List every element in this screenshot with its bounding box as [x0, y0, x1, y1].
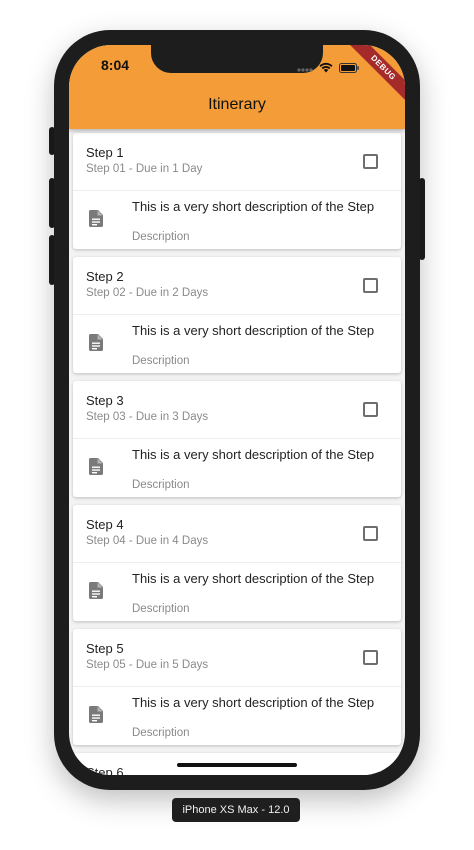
- app-bar: 8:04 DEBUG Itinerary: [69, 45, 405, 129]
- step-due: Step 02 - Due in 2 Days: [86, 287, 209, 299]
- step-description: This is a very short description of the …: [132, 695, 375, 710]
- simulator-stage: 8:04 DEBUG Itinerary Step 1 Step 01 - Du…: [0, 0, 474, 850]
- step-due: Step 03 - Due in 3 Days: [86, 411, 209, 423]
- step-header[interactable]: Step 3 Step 03 - Due in 3 Days: [73, 381, 401, 437]
- checkbox-icon[interactable]: [363, 650, 378, 665]
- step-header[interactable]: Step 1 Step 01 - Due in 1 Day: [73, 133, 401, 189]
- step-title: Step 1: [86, 145, 124, 160]
- document-icon: [89, 706, 103, 728]
- step-description: This is a very short description of the …: [132, 571, 375, 586]
- checkbox-icon[interactable]: [363, 402, 378, 417]
- step-title: Step 5: [86, 641, 124, 656]
- divider: [73, 190, 401, 191]
- home-indicator[interactable]: [177, 763, 297, 767]
- step-header[interactable]: Step 2 Step 02 - Due in 2 Days: [73, 257, 401, 313]
- step-card[interactable]: Step 5 Step 05 - Due in 5 Days This is a…: [73, 629, 401, 745]
- checkbox-icon[interactable]: [363, 526, 378, 541]
- step-title: Step 3: [86, 393, 124, 408]
- step-card[interactable]: Step 2 Step 02 - Due in 2 Days This is a…: [73, 257, 401, 373]
- description-label: Description: [132, 479, 190, 491]
- steps-list[interactable]: Step 1 Step 01 - Due in 1 Day This is a …: [69, 129, 405, 775]
- step-card[interactable]: Step 3 Step 03 - Due in 3 Days This is a…: [73, 381, 401, 497]
- document-icon: [89, 458, 103, 480]
- wifi-icon: [319, 60, 333, 78]
- page-title: Itinerary: [208, 96, 266, 113]
- step-title: Step 2: [86, 269, 124, 284]
- step-due: Step 01 - Due in 1 Day: [86, 163, 203, 175]
- signal-icon: [297, 60, 313, 78]
- checkbox-icon[interactable]: [363, 278, 378, 293]
- divider: [73, 562, 401, 563]
- checkbox-icon[interactable]: [363, 154, 378, 169]
- document-icon: [89, 334, 103, 356]
- device-label: iPhone XS Max - 12.0: [172, 798, 300, 822]
- step-description: This is a very short description of the …: [132, 323, 375, 338]
- document-icon: [89, 210, 103, 232]
- description-label: Description: [132, 727, 190, 739]
- step-description: This is a very short description of the …: [132, 447, 375, 462]
- description-label: Description: [132, 231, 190, 243]
- divider: [73, 314, 401, 315]
- status-icons: [297, 60, 359, 78]
- step-card[interactable]: Step 4 Step 04 - Due in 4 Days This is a…: [73, 505, 401, 621]
- divider: [73, 686, 401, 687]
- step-due: Step 04 - Due in 4 Days: [86, 535, 209, 547]
- phone-screen: 8:04 DEBUG Itinerary Step 1 Step 01 - Du…: [69, 45, 405, 775]
- description-label: Description: [132, 355, 190, 367]
- step-description: This is a very short description of the …: [132, 199, 375, 214]
- step-title: Step 6: [86, 765, 124, 775]
- step-card[interactable]: Step 1 Step 01 - Due in 1 Day This is a …: [73, 133, 401, 249]
- description-label: Description: [132, 603, 190, 615]
- step-title: Step 4: [86, 517, 124, 532]
- step-header[interactable]: Step 4 Step 04 - Due in 4 Days: [73, 505, 401, 561]
- step-header[interactable]: Step 5 Step 05 - Due in 5 Days: [73, 629, 401, 685]
- document-icon: [89, 582, 103, 604]
- phone-frame: 8:04 DEBUG Itinerary Step 1 Step 01 - Du…: [54, 30, 420, 790]
- battery-icon: [339, 60, 359, 78]
- step-due: Step 05 - Due in 5 Days: [86, 659, 209, 671]
- divider: [73, 438, 401, 439]
- status-time: 8:04: [101, 57, 130, 73]
